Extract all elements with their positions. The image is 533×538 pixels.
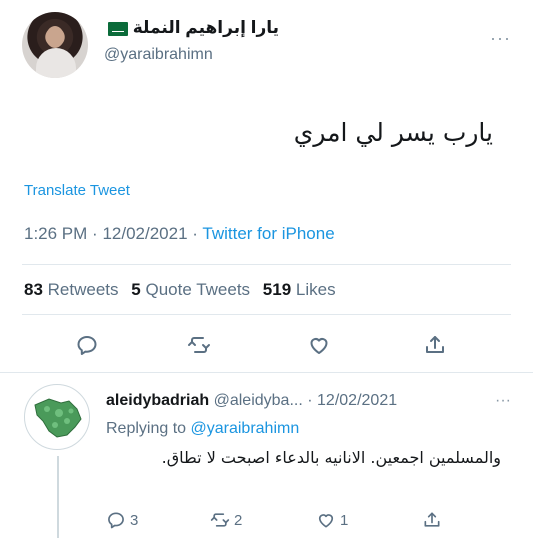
like-button[interactable] xyxy=(304,330,334,360)
retweet-count: 2 xyxy=(234,511,243,529)
tweet-source-link[interactable]: Twitter for iPhone xyxy=(202,224,334,243)
retweet-icon xyxy=(210,513,230,527)
like-count: 1 xyxy=(340,511,349,529)
tweet-stats: 83 Retweets 5 Quote Tweets 519 Likes xyxy=(24,280,344,300)
tweet-text: يارب يسر لي امري xyxy=(293,118,493,147)
tweet-time[interactable]: 1:26 PM xyxy=(24,224,87,243)
author-name[interactable]: يارا إبراهيم النملة xyxy=(133,18,279,37)
reply-author-handle[interactable]: @aleidyba... xyxy=(214,392,303,409)
replying-to-mention[interactable]: @yaraibrahimn xyxy=(191,420,300,437)
likes-label: Likes xyxy=(295,280,336,299)
quotes-label: Quote Tweets xyxy=(145,280,251,299)
more-options-icon[interactable]: ··· xyxy=(490,28,511,49)
saudi-map-icon xyxy=(34,398,82,438)
reply-more-options-icon[interactable]: ··· xyxy=(495,392,511,410)
tweet-action-bar xyxy=(24,330,509,360)
thread-line xyxy=(57,456,59,538)
reply-icon xyxy=(108,512,124,529)
reply-tweet[interactable]: aleidybadriah @aleidyba... · 12/02/2021 … xyxy=(20,378,513,538)
tweet-header: يارا إبراهيم النملة @yaraibrahimn ··· xyxy=(22,8,511,80)
reply-share-button[interactable] xyxy=(422,510,442,530)
translate-tweet-link[interactable]: Translate Tweet xyxy=(24,182,130,199)
likes-count: 519 xyxy=(262,280,292,299)
retweet-button[interactable] xyxy=(184,330,214,360)
meta-separator: · xyxy=(92,224,98,243)
share-button[interactable] xyxy=(420,330,450,360)
reply-date[interactable]: 12/02/2021 xyxy=(317,392,397,409)
share-icon xyxy=(426,336,444,353)
reply-button[interactable] xyxy=(72,330,102,360)
author-handle[interactable]: @yaraibrahimn xyxy=(104,46,213,64)
reply-header: aleidybadriah @aleidyba... · 12/02/2021 xyxy=(106,392,397,410)
reply-avatar[interactable] xyxy=(24,384,90,450)
tweet-date[interactable]: 12/02/2021 xyxy=(102,224,187,243)
replying-to-prefix: Replying to xyxy=(106,420,187,437)
divider xyxy=(22,314,511,315)
avatar-body xyxy=(36,48,76,78)
reply-text: والمسلمين اجمعين. الانانيه بالدعاء اصبحت… xyxy=(161,448,501,467)
divider xyxy=(22,264,511,265)
replying-to-line: Replying to @yaraibrahimn xyxy=(106,420,299,438)
retweet-icon xyxy=(188,337,210,353)
reply-icon xyxy=(77,336,97,355)
retweets-stat[interactable]: 83 Retweets xyxy=(24,280,119,299)
quote-tweets-stat[interactable]: 5 Quote Tweets xyxy=(131,280,250,299)
share-icon xyxy=(424,512,440,527)
reply-count: 3 xyxy=(130,511,139,529)
reply-author-name[interactable]: aleidybadriah xyxy=(106,392,209,409)
reply-separator: · xyxy=(307,392,313,409)
author-avatar[interactable] xyxy=(22,12,88,78)
quotes-count: 5 xyxy=(131,280,141,299)
reply-reply-button[interactable]: 3 xyxy=(106,510,138,530)
reply-retweet-button[interactable]: 2 xyxy=(210,510,242,530)
author-name-row[interactable]: يارا إبراهيم النملة xyxy=(104,18,279,38)
meta-separator: · xyxy=(192,224,198,243)
retweets-count: 83 xyxy=(24,280,43,299)
reply-like-button[interactable]: 1 xyxy=(316,510,348,530)
divider xyxy=(0,372,533,373)
like-icon xyxy=(310,338,328,354)
retweets-label: Retweets xyxy=(47,280,119,299)
tweet-meta: 1:26 PM · 12/02/2021 · Twitter for iPhon… xyxy=(24,224,335,244)
reply-action-bar: 3 2 1 xyxy=(106,510,501,534)
likes-stat[interactable]: 519 Likes xyxy=(263,280,336,299)
avatar-face xyxy=(46,26,64,48)
saudi-flag-icon xyxy=(108,21,128,36)
like-icon xyxy=(318,514,334,528)
